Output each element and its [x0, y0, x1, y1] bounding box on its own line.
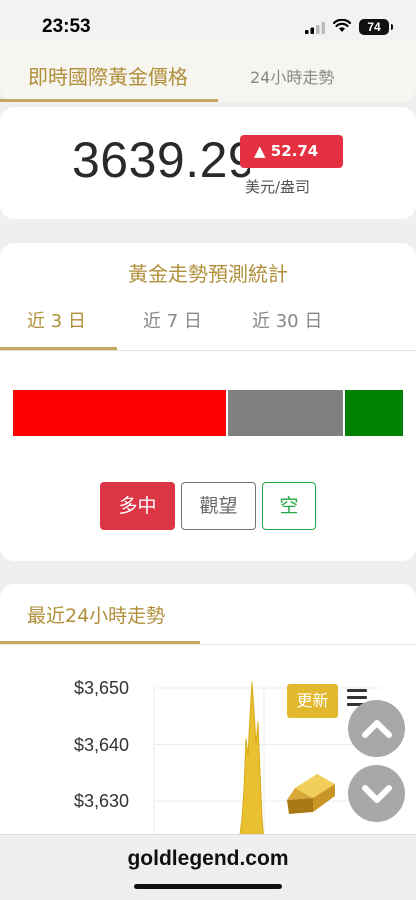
status-time: 23:53	[42, 16, 91, 37]
vote-neutral-button[interactable]: 觀望	[181, 482, 256, 530]
price-change-badge: ▲ 52.74	[240, 135, 343, 168]
refresh-button[interactable]: 更新	[287, 684, 338, 718]
price-card: 3639.29 ▲ 52.74 美元/盎司	[0, 107, 416, 219]
home-indicator[interactable]	[134, 884, 282, 889]
bullish-share-bar	[13, 390, 226, 436]
url-text[interactable]: goldlegend.com	[0, 847, 416, 871]
gold-price: 3639.29	[72, 132, 250, 188]
y-tick-label: $3,640	[74, 735, 130, 755]
y-tick-label: $3,650	[74, 678, 130, 698]
bearish-share-bar	[344, 390, 403, 436]
gold-bar-icon	[287, 774, 335, 814]
neutral-share-bar	[227, 390, 343, 436]
chevron-up-icon	[362, 720, 392, 738]
forecast-card: 黃金走勢預測統計 近 3 日 近 7 日 近 30 日 多中 觀望 空	[0, 243, 416, 561]
price-unit: 美元/盎司	[245, 178, 311, 196]
y-tick-label: $3,630	[74, 791, 130, 811]
chevron-down-icon	[362, 785, 392, 803]
forecast-title: 黃金走勢預測統計	[128, 262, 288, 286]
price-tabs: 即時國際黃金價格 24小時走勢	[0, 40, 416, 102]
tab-live-price[interactable]: 即時國際黃金價格	[28, 61, 188, 90]
scroll-up-button[interactable]	[348, 700, 405, 757]
tab-7-days[interactable]: 近 7 日	[143, 307, 202, 333]
tab-30-days[interactable]: 近 30 日	[252, 307, 322, 333]
vote-bearish-button[interactable]: 空	[262, 482, 316, 530]
active-tab-indicator	[0, 99, 218, 102]
tab-24h-trend[interactable]: 24小時走勢	[250, 64, 334, 88]
cellular-signal-icon	[305, 22, 325, 34]
tab-3-days[interactable]: 近 3 日	[27, 307, 86, 333]
browser-address-bar[interactable]: goldlegend.com	[0, 834, 416, 900]
divider	[0, 350, 416, 351]
battery-icon: 74	[359, 19, 393, 35]
scroll-down-button[interactable]	[348, 765, 405, 822]
price-area-series	[234, 682, 266, 844]
wifi-icon	[333, 19, 351, 32]
vote-bullish-button[interactable]: 多中	[100, 482, 175, 530]
